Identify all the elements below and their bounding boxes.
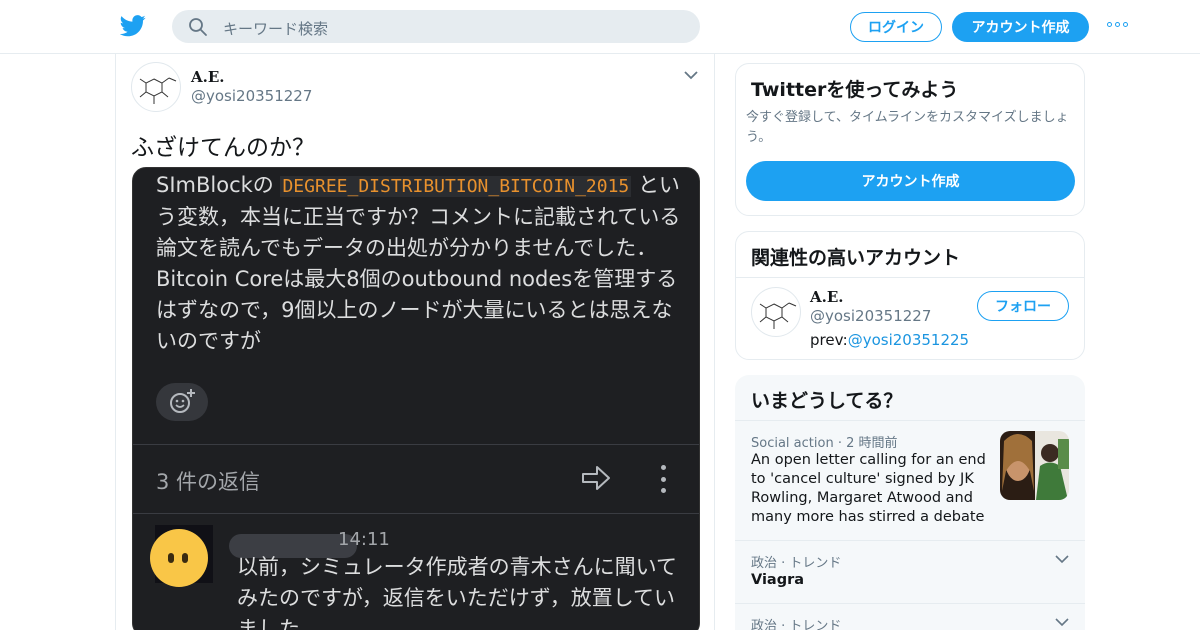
- reply-text: 以前，シミュレータ作成者の青木さんに聞いてみたのですが，返信をいただけず，放置し…: [237, 555, 677, 630]
- related-account-avatar[interactable]: [751, 287, 801, 337]
- divider: [736, 277, 1084, 278]
- trend-title[interactable]: Viagra: [751, 572, 804, 588]
- chevron-down-icon[interactable]: [1055, 618, 1069, 627]
- tweet-text: ふざけてんのか？: [131, 135, 315, 161]
- chevron-down-icon[interactable]: [1055, 555, 1069, 564]
- signup-card-body: 今すぐ登録して、タイムラインをカスタマイズしましょう。: [746, 110, 1069, 145]
- chevron-down-icon[interactable]: [683, 70, 699, 80]
- author-name[interactable]: A.E.: [191, 68, 225, 86]
- kebab-menu-icon: [661, 465, 667, 493]
- trend-category: 政治 · トレンド: [751, 556, 842, 571]
- trends-heading: いまどうしてる？: [751, 390, 903, 412]
- emoji-face-icon: [150, 529, 208, 587]
- molecule-icon: [759, 302, 797, 329]
- search-placeholder[interactable]: キーワード検索: [223, 18, 328, 39]
- related-account-handle[interactable]: @yosi20351227: [810, 307, 931, 325]
- related-heading: 関連性の高いアカウント: [751, 247, 961, 269]
- related-accounts-card: 関連性の高いアカウント A.E. @yosi20351227 prev:@yos…: [735, 231, 1085, 360]
- signup-card-button[interactable]: アカウント作成: [746, 161, 1075, 201]
- add-reaction-button: [156, 383, 208, 421]
- signup-card-heading: Twitterを使ってみよう: [751, 79, 959, 101]
- divider: [133, 513, 699, 514]
- divider: [735, 420, 1085, 421]
- prev-label: prev:: [810, 331, 848, 349]
- related-account-name[interactable]: A.E.: [810, 288, 844, 306]
- more-options-icon[interactable]: [1107, 22, 1129, 30]
- chat-message: SImBlockの DEGREE_DISTRIBUTION_BITCOIN_20…: [156, 170, 681, 357]
- story-thumbnail[interactable]: [1000, 431, 1069, 500]
- reply-time: 14:11: [338, 529, 390, 550]
- related-account-bio: prev:@yosi20351225: [810, 331, 969, 349]
- author-handle[interactable]: @yosi20351227: [191, 87, 312, 105]
- molecule-icon: [139, 77, 177, 104]
- replies-count: 3 件の返信: [156, 470, 261, 494]
- signup-button[interactable]: アカウント作成: [952, 12, 1089, 42]
- story-title[interactable]: An open letter calling for an end to 'ca…: [751, 451, 991, 527]
- prev-handle-link[interactable]: @yosi20351225: [848, 331, 969, 349]
- follow-button[interactable]: フォロー: [977, 291, 1069, 321]
- message-code: DEGREE_DISTRIBUTION_BITCOIN_2015: [280, 176, 632, 197]
- login-button[interactable]: ログイン: [850, 12, 942, 42]
- signup-card: Twitterを使ってみよう 今すぐ登録して、タイムラインをカスタマイズしましょ…: [735, 63, 1085, 216]
- divider: [133, 444, 699, 445]
- divider: [735, 540, 1085, 541]
- top-navigation-bar: キーワード検索 ログイン アカウント作成: [0, 0, 1200, 54]
- story-meta: Social action · 2 時間前: [751, 436, 898, 451]
- story-time: 2 時間前: [846, 436, 898, 451]
- trends-card: いまどうしてる？ Social action · 2 時間前 An open l…: [735, 375, 1085, 630]
- author-avatar[interactable]: [131, 62, 181, 112]
- message-prefix: SImBlockの: [156, 173, 274, 197]
- tweet-permalink: A.E. @yosi20351227 ふざけてんのか？ SImBlockの DE…: [115, 54, 715, 630]
- tweet-media-screenshot[interactable]: SImBlockの DEGREE_DISTRIBUTION_BITCOIN_20…: [132, 167, 700, 630]
- trend-category: 政治 · トレンド: [751, 619, 842, 630]
- search-icon: [189, 18, 207, 36]
- emoji-add-icon: [170, 389, 195, 413]
- twitter-bird-logo-icon[interactable]: [120, 14, 146, 38]
- search-box[interactable]: キーワード検索: [172, 10, 700, 43]
- divider: [735, 603, 1085, 604]
- reply-avatar: [150, 525, 213, 587]
- message-suffix: という変数，本当に正当ですか？コメントに記載されている論文を読んでもデータの出処…: [156, 173, 681, 353]
- story-category: Social action: [751, 436, 834, 451]
- share-arrow-icon: [582, 466, 610, 490]
